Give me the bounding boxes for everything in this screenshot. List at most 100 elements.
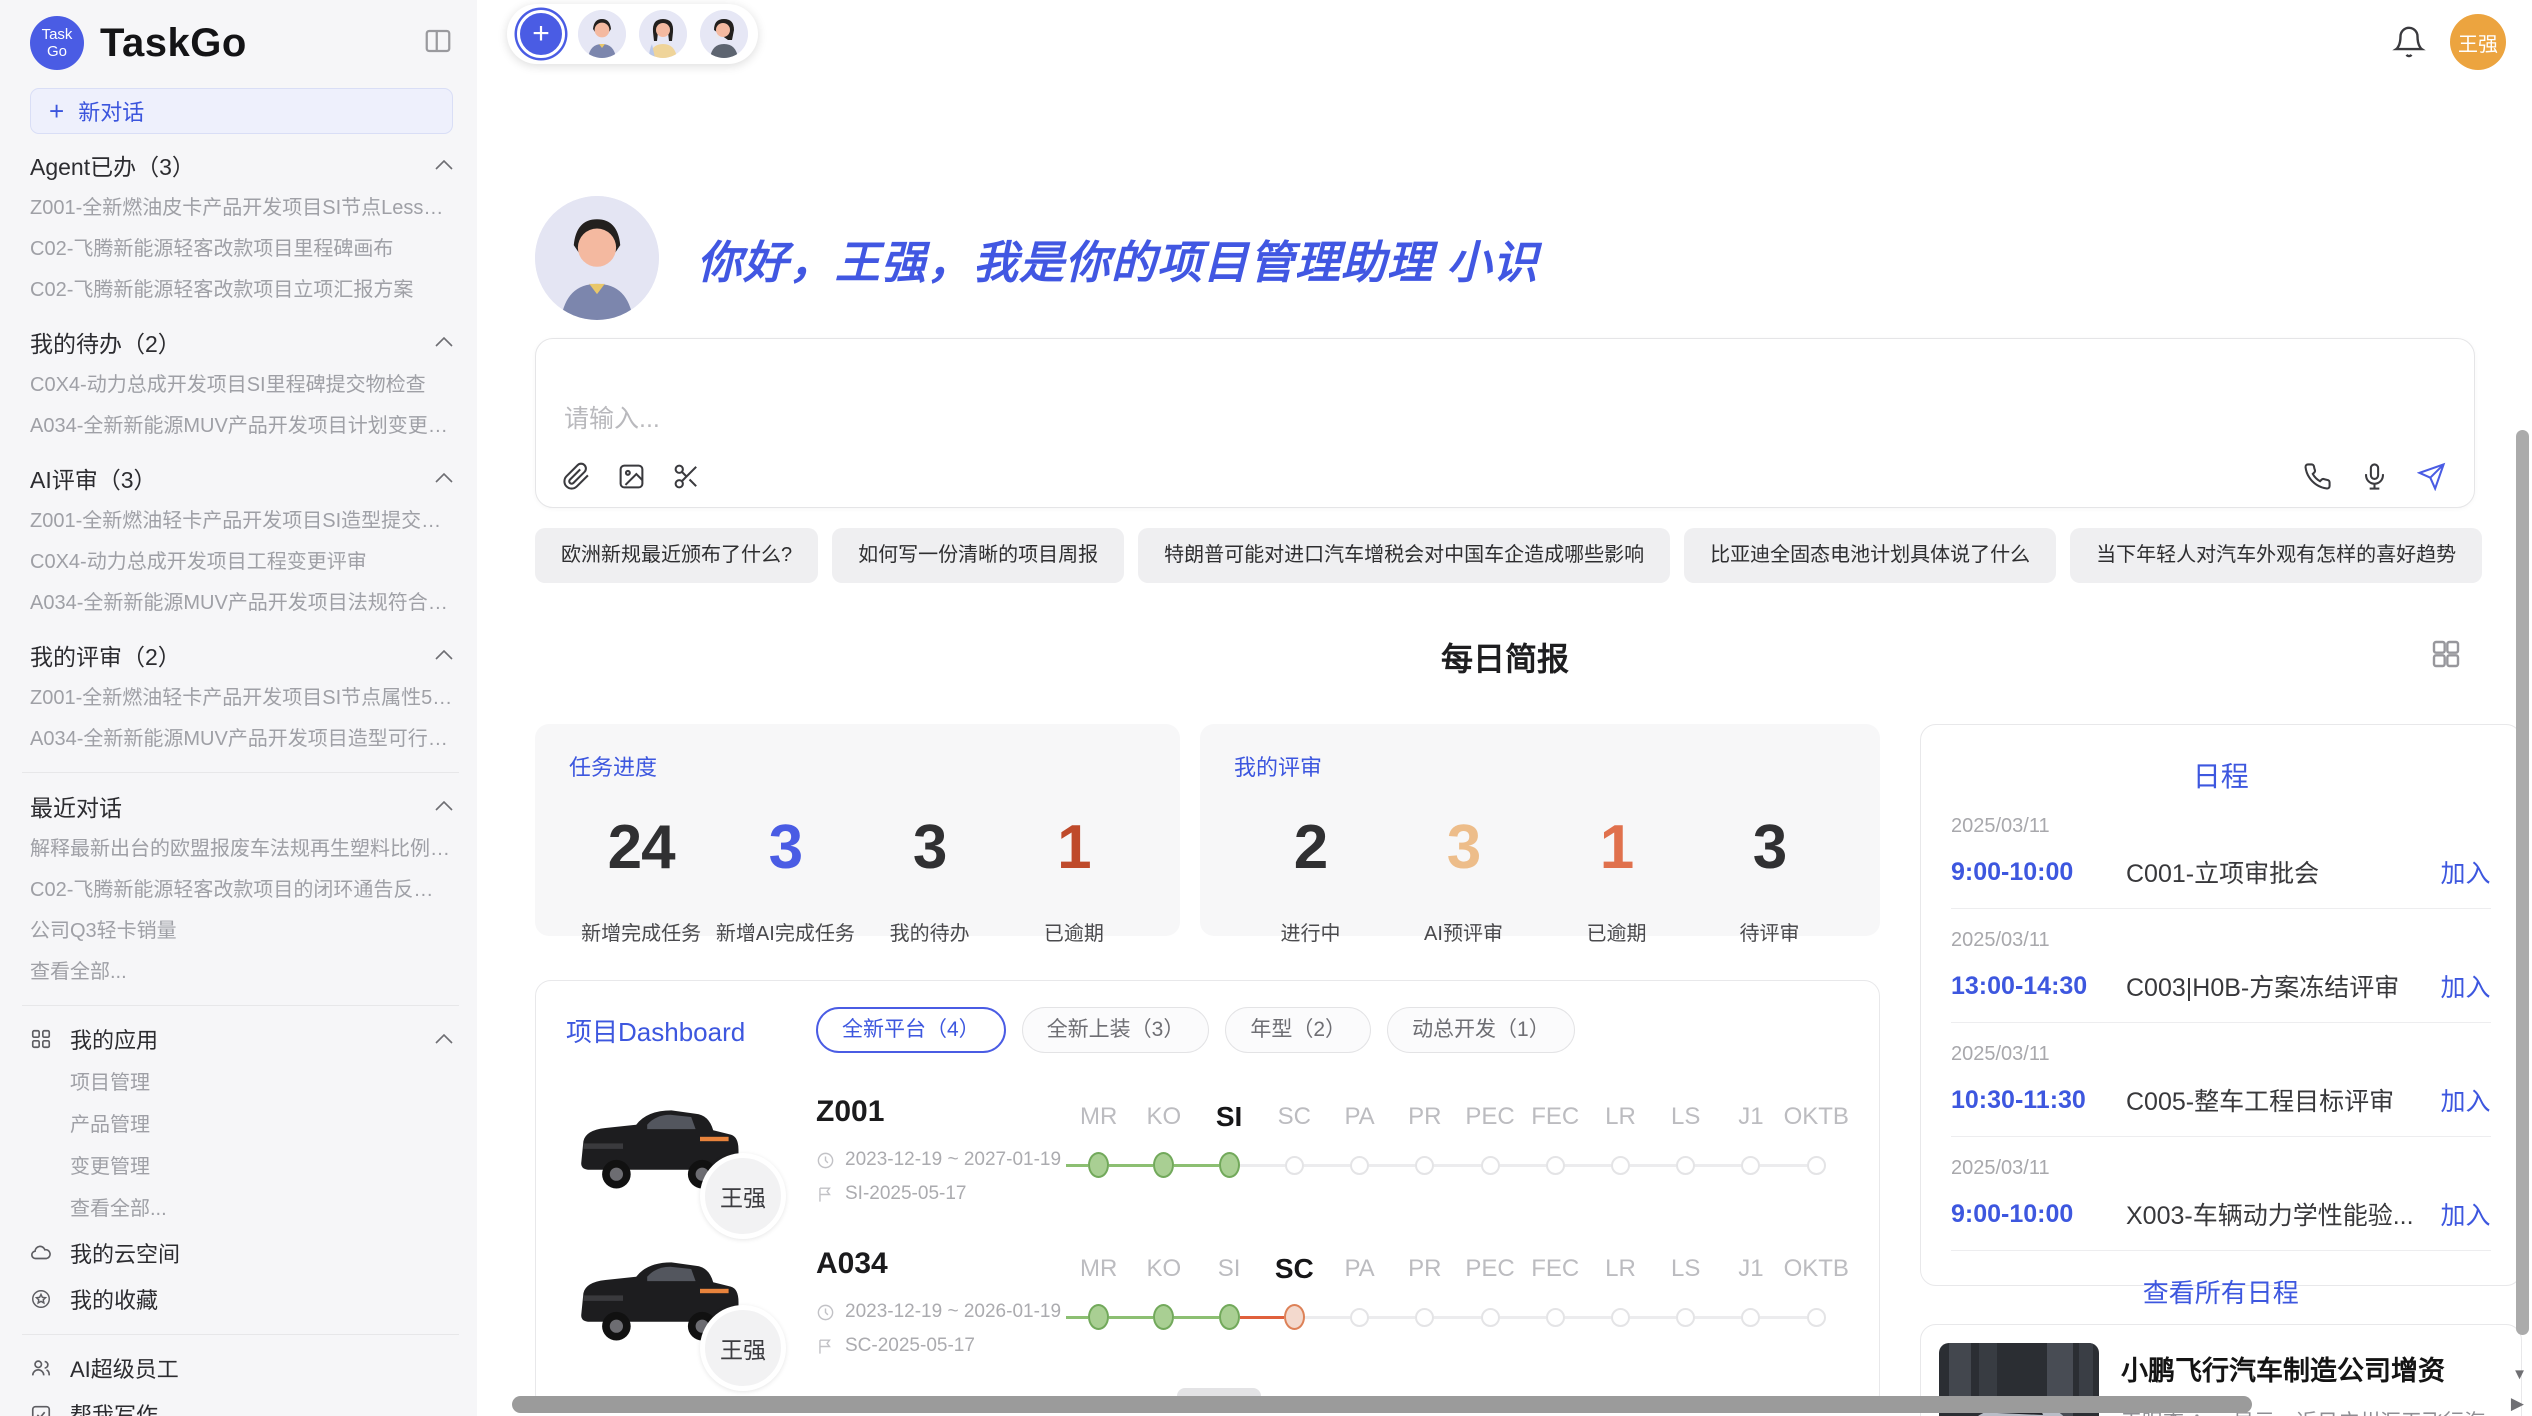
notification-bell-icon[interactable] [2392, 25, 2426, 59]
sidebar-collapse-icon[interactable] [423, 26, 453, 56]
chevron-up-icon[interactable] [435, 1034, 453, 1044]
vertical-scrollbar[interactable] [2516, 430, 2529, 1335]
list-item[interactable]: A034-全新新能源MUV产品开发项目计划变更表编写 [30, 406, 453, 447]
milestone: PR [1392, 1249, 1457, 1357]
list-item[interactable]: A034-全新新能源MUV产品开发项目造型可行性评审 [30, 719, 453, 760]
stat-label: 新增完成任务 [569, 917, 713, 946]
list-item[interactable]: Z001-全新燃油轻卡产品开发项目SI造型提交物评审 [30, 501, 453, 542]
project-row-z001[interactable]: 王强 Z001 2023-12-19 ~ 2027-01-19 SI-2025-… [566, 1095, 1849, 1205]
app-item-change-mgmt[interactable]: 变更管理 [30, 1146, 453, 1188]
tab-model-year[interactable]: 年型（2） [1225, 1007, 1371, 1053]
event-time: 10:30-11:30 [1951, 1086, 2126, 1115]
sidebar-item-favorites[interactable]: 我的收藏 [30, 1276, 453, 1322]
stat-label: 新增AI完成任务 [713, 917, 857, 946]
send-icon[interactable] [2417, 462, 2446, 491]
taskgo-logo: Task Go [30, 16, 84, 70]
avatar-agent-3[interactable] [700, 10, 748, 58]
chevron-up-icon[interactable] [435, 650, 453, 660]
grid-icon [30, 1028, 52, 1050]
sidebar-item-help-write[interactable]: 帮我写作 [30, 1391, 453, 1416]
scroll-right-arrow-icon[interactable]: ▶ [2511, 1394, 2524, 1414]
schedule-event: 2025/03/11 9:00-10:00 X003-车辆动力学性能验... 加… [1951, 1137, 2491, 1251]
avatar-agent-2[interactable] [639, 10, 687, 58]
section-agent-done[interactable]: Agent已办（3） [30, 142, 453, 188]
list-item[interactable]: 解释最新出台的欧盟报废车法规再生塑料比例被调至15%... [30, 829, 453, 870]
list-item[interactable]: C02-飞腾新能源轻客改款项目里程碑画布 [30, 229, 453, 270]
suggestion-chip[interactable]: 特朗普可能对进口汽车增税会对中国车企造成哪些影响 [1138, 528, 1670, 583]
tab-new-platform[interactable]: 全新平台（4） [816, 1007, 1006, 1053]
sidebar-item-label: 我的云空间 [70, 1237, 180, 1269]
suggestion-chip[interactable]: 如何写一份清晰的项目周报 [832, 528, 1124, 583]
tab-powertrain[interactable]: 动总开发（1） [1387, 1007, 1575, 1053]
list-item[interactable]: C02-飞腾新能源轻客改款项目立项汇报方案 [30, 270, 453, 311]
view-all-schedule-link[interactable]: 查看所有日程 [1951, 1273, 2491, 1310]
section-my-review[interactable]: 我的评审（2） [30, 632, 453, 678]
add-agent-button[interactable]: + [517, 10, 565, 58]
briefing-layout-icon[interactable] [2430, 638, 2462, 670]
milestone: FEC [1523, 1249, 1588, 1357]
stat-value: 3 [713, 812, 857, 883]
paperclip-icon[interactable] [562, 462, 591, 491]
project-dashboard-card: 项目Dashboard 全新平台（4） 全新上装（3） 年型（2） 动总开发（1… [535, 980, 1880, 1410]
horizontal-scrollbar[interactable] [512, 1396, 2252, 1413]
milestone-current: SI [1196, 1097, 1261, 1205]
suggestion-chip[interactable]: 当下年轻人对汽车外观有怎样的喜好趋势 [2070, 528, 2482, 583]
event-name: C005-整车工程目标评审 [2126, 1082, 2441, 1118]
sidebar-item-cloud-space[interactable]: 我的云空间 [30, 1230, 453, 1276]
join-link[interactable]: 加入 [2441, 1082, 2491, 1118]
section-ai-review[interactable]: AI评审（3） [30, 455, 453, 501]
list-item[interactable]: C02-飞腾新能源轻客改款项目的闭环通告反馈情况 [30, 870, 453, 911]
join-link[interactable]: 加入 [2441, 968, 2491, 1004]
section-recent-chats[interactable]: 最近对话 [30, 783, 453, 829]
list-item[interactable]: Z001-全新燃油轻卡产品开发项目SI节点属性5D文件评审 [30, 678, 453, 719]
list-item[interactable]: C0X4-动力总成开发项目工程变更评审 [30, 542, 453, 583]
schedule-event: 2025/03/11 9:00-10:00 C001-立项审批会 加入 [1951, 795, 2491, 909]
list-item[interactable]: C0X4-动力总成开发项目SI里程碑提交物检查 [30, 365, 453, 406]
list-item[interactable]: A034-全新新能源MUV产品开发项目法规符合性评审 [30, 583, 453, 624]
project-dates: 2023-12-19 ~ 2027-01-19 [845, 1149, 1061, 1171]
recent-view-all[interactable]: 查看全部... [30, 952, 453, 993]
event-name: C001-立项审批会 [2126, 854, 2441, 890]
agent-switcher: + [507, 4, 758, 64]
microphone-icon[interactable] [2360, 462, 2389, 491]
join-link[interactable]: 加入 [2441, 1196, 2491, 1232]
new-chat-button[interactable]: + 新对话 [30, 88, 453, 134]
chevron-up-icon[interactable] [435, 473, 453, 483]
cloud-icon [30, 1242, 52, 1264]
section-title: AI评审（3） [30, 461, 157, 495]
avatar-agent-1[interactable] [578, 10, 626, 58]
app-item-product-mgmt[interactable]: 产品管理 [30, 1104, 453, 1146]
apps-view-all[interactable]: 查看全部... [30, 1188, 453, 1230]
suggestion-chip[interactable]: 比亚迪全固态电池计划具体说了什么 [1684, 528, 2056, 583]
card-title: 我的评审 [1234, 750, 1846, 782]
chevron-up-icon[interactable] [435, 801, 453, 811]
app-item-project-mgmt[interactable]: 项目管理 [30, 1062, 453, 1104]
schedule-card: 日程 2025/03/11 9:00-10:00 C001-立项审批会 加入 2… [1920, 724, 2522, 1286]
join-link[interactable]: 加入 [2441, 854, 2491, 890]
project-code: A034 [816, 1247, 1066, 1281]
milestone: KO [1131, 1097, 1196, 1205]
list-item[interactable]: Z001-全新燃油皮卡产品开发项目SI节点Lesson Learn报告 [30, 188, 453, 229]
project-thumbnail: 王强 [566, 1095, 746, 1205]
list-item[interactable]: 公司Q3轻卡销量 [30, 911, 453, 952]
sidebar-item-my-apps[interactable]: 我的应用 [30, 1016, 453, 1062]
suggestion-chip[interactable]: 欧洲新规最近颁布了什么? [535, 528, 818, 583]
user-avatar[interactable]: 王强 [2450, 14, 2506, 70]
scroll-down-arrow-icon[interactable]: ▼ [2512, 1366, 2527, 1383]
chevron-up-icon[interactable] [435, 160, 453, 170]
phone-icon[interactable] [2303, 462, 2332, 491]
milestone: LR [1588, 1097, 1653, 1205]
image-icon[interactable] [617, 462, 646, 491]
project-flag-milestone: SC-2025-05-17 [845, 1335, 975, 1357]
project-row-a034[interactable]: 王强 A034 2023-12-19 ~ 2026-01-19 SC-2025-… [566, 1247, 1849, 1357]
tab-new-body[interactable]: 全新上装（3） [1022, 1007, 1210, 1053]
event-name: X003-车辆动力学性能验... [2126, 1196, 2441, 1232]
section-title: Agent已办（3） [30, 148, 195, 182]
scissors-icon[interactable] [672, 462, 701, 491]
stat-label: 待评审 [1693, 917, 1846, 946]
section-my-todo[interactable]: 我的待办（2） [30, 319, 453, 365]
stat-value: 24 [569, 812, 713, 883]
chat-input[interactable] [564, 405, 1664, 434]
chevron-up-icon[interactable] [435, 337, 453, 347]
sidebar-item-ai-super-staff[interactable]: AI超级员工 [30, 1345, 453, 1391]
